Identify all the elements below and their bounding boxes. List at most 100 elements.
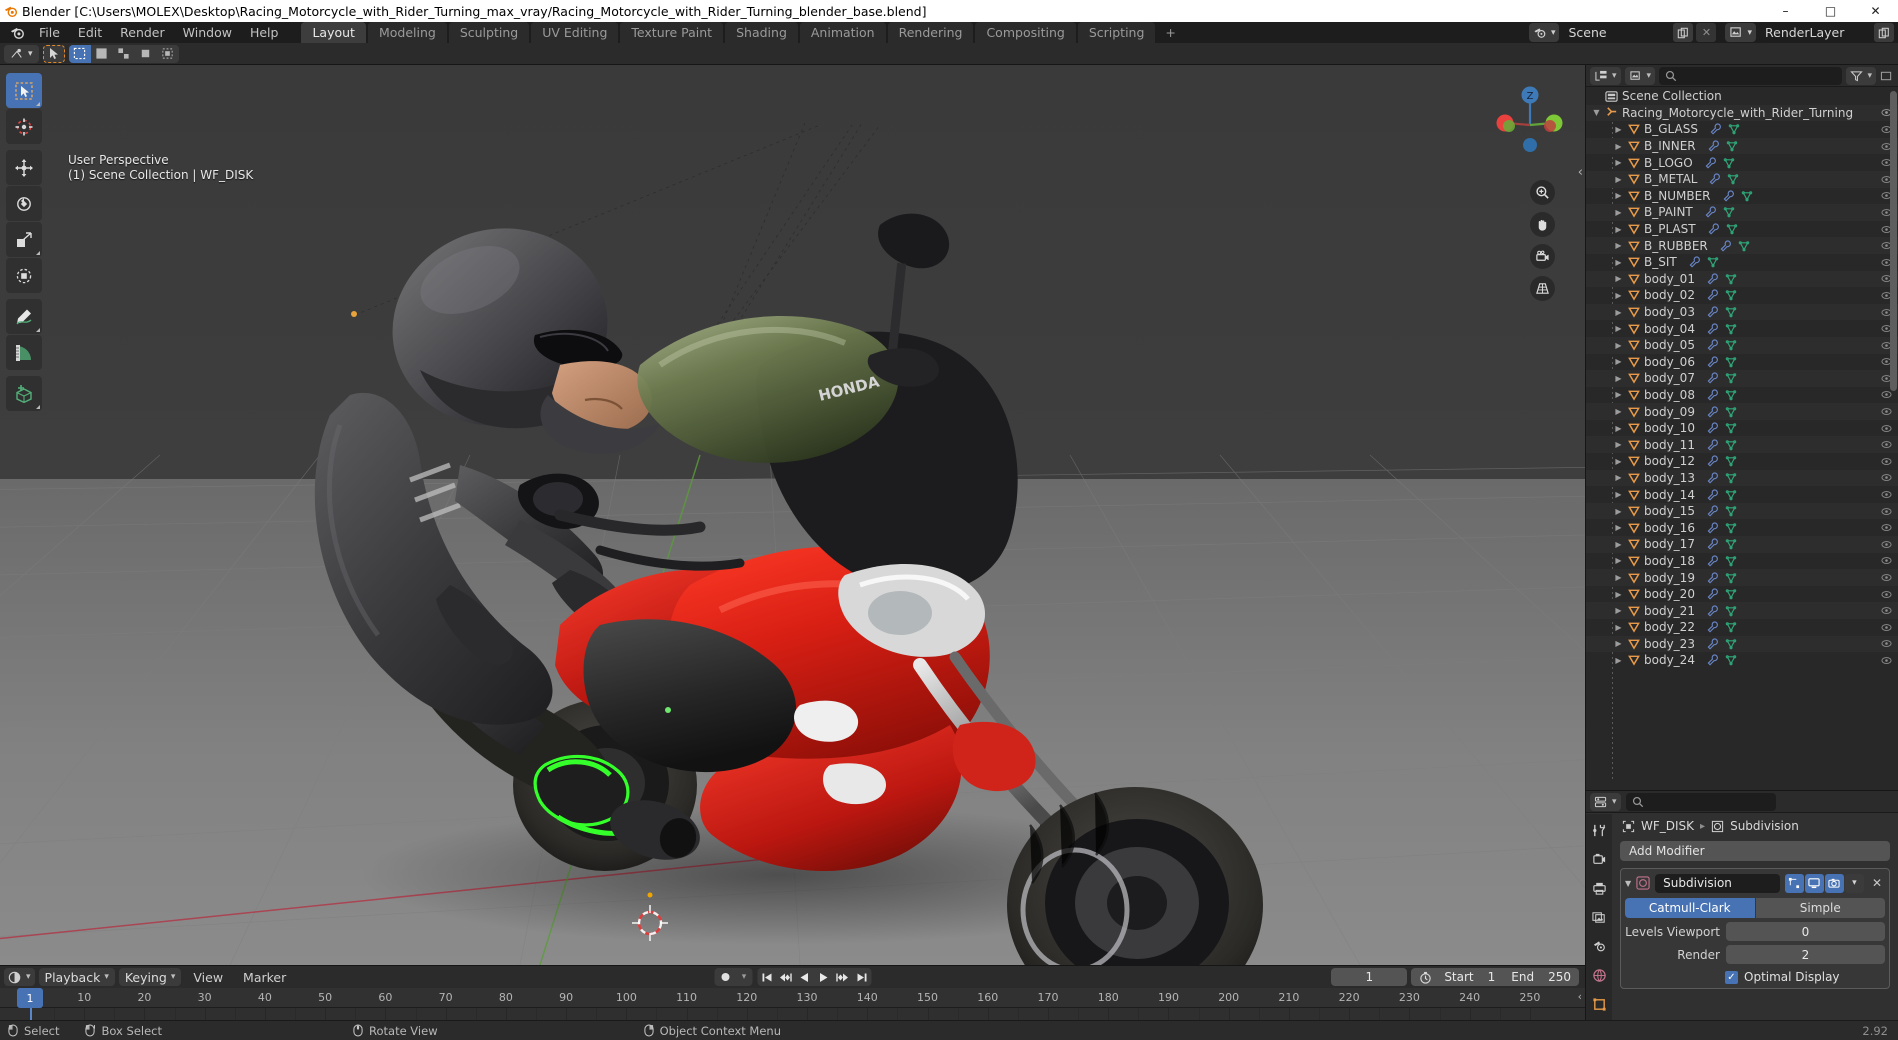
mesh-data-icon[interactable] <box>1725 572 1737 584</box>
outliner-row-visibility[interactable] <box>1881 389 1892 400</box>
tab-texture-paint[interactable]: Texture Paint <box>620 22 724 43</box>
modifier-wrench-icon[interactable] <box>1707 522 1719 534</box>
outliner-row-object[interactable]: ▶ body_07 <box>1586 370 1898 387</box>
outliner-display-mode[interactable]: ▾ <box>1624 66 1656 85</box>
mesh-data-icon[interactable] <box>1728 123 1740 135</box>
properties-search-input[interactable] <box>1625 792 1776 811</box>
mesh-data-icon[interactable] <box>1741 190 1753 202</box>
mesh-data-icon[interactable] <box>1725 339 1737 351</box>
modifier-wrench-icon[interactable] <box>1707 621 1719 633</box>
outliner-row-object[interactable]: ▶ body_23 <box>1586 635 1898 653</box>
mesh-data-icon[interactable] <box>1725 472 1737 484</box>
maximize-button[interactable]: □ <box>1808 0 1853 22</box>
disclosure-triangle[interactable]: ▶ <box>1612 573 1625 582</box>
outliner-row-visibility[interactable] <box>1881 638 1892 649</box>
outliner-row-object[interactable]: ▶ B_RUBBER <box>1586 237 1898 254</box>
jump-to-start-button[interactable] <box>757 968 776 986</box>
mesh-data-icon[interactable] <box>1723 157 1735 169</box>
current-frame-field[interactable]: 1 <box>1331 968 1408 986</box>
modifier-wrench-icon[interactable] <box>1707 505 1719 517</box>
tab-rendering[interactable]: Rendering <box>887 22 974 43</box>
mesh-data-icon[interactable] <box>1725 555 1737 567</box>
modifier-wrench-icon[interactable] <box>1707 289 1719 301</box>
outliner-row-collection[interactable]: ▼ Racing_Motorcycle_with_Rider_Turning <box>1586 104 1898 122</box>
modifier-wrench-icon[interactable] <box>1707 605 1719 617</box>
scene-datablock[interactable]: ▾ <box>1528 23 1560 42</box>
disclosure-triangle[interactable]: ▶ <box>1612 390 1625 399</box>
outliner-row-visibility[interactable] <box>1881 622 1892 633</box>
outliner-row-visibility[interactable] <box>1881 456 1892 467</box>
tool-scale[interactable] <box>6 222 42 257</box>
tab-sculpting[interactable]: Sculpting <box>448 22 530 43</box>
modifier-wrench-icon[interactable] <box>1707 571 1719 584</box>
modifier-wrench-icon[interactable] <box>1723 190 1735 202</box>
outliner-row-object[interactable]: ▶ body_18 <box>1586 553 1898 570</box>
modifier-wrench-icon[interactable] <box>1710 123 1722 135</box>
disclosure-triangle[interactable]: ▶ <box>1612 490 1625 499</box>
breadcrumb-object-name[interactable]: WF_DISK <box>1641 819 1694 833</box>
disclosure-triangle[interactable]: ▶ <box>1612 175 1625 184</box>
tab-tool[interactable] <box>1588 820 1610 840</box>
mesh-data-icon[interactable] <box>1726 223 1738 235</box>
zoom-button[interactable] <box>1530 180 1555 205</box>
tab-layout[interactable]: Layout <box>301 22 366 43</box>
mesh-data-icon[interactable] <box>1725 389 1737 401</box>
disclosure-triangle[interactable]: ▶ <box>1612 158 1625 167</box>
play-reverse-button[interactable] <box>795 968 814 986</box>
outliner-row-object[interactable]: ▶ B_GLASS <box>1586 121 1898 138</box>
outliner-row-object[interactable]: ▶ body_06 <box>1586 354 1898 371</box>
modifier-wrench-icon[interactable] <box>1720 240 1732 252</box>
tab-animation[interactable]: Animation <box>799 22 886 43</box>
disclosure-triangle[interactable]: ▶ <box>1612 556 1625 565</box>
subdivision-type-simple[interactable]: Simple <box>1755 898 1885 918</box>
tool-rotate[interactable] <box>6 186 42 221</box>
disclosure-triangle[interactable]: ▶ <box>1612 540 1625 549</box>
outliner-row-visibility[interactable] <box>1881 472 1892 483</box>
outliner-row-object[interactable]: ▶ body_19 <box>1586 569 1898 586</box>
timeline-editor-type[interactable]: ▾ <box>4 968 35 986</box>
viewport-scene[interactable]: HONDA User Perspective (1) Scene Collect… <box>0 65 1585 965</box>
disclosure-triangle[interactable]: ▶ <box>1612 623 1625 632</box>
timeline-playhead[interactable]: 1 <box>17 988 43 1008</box>
outliner-editor[interactable]: ▾ ▾ ▾ Scene Collection ▼ Racing_Motorcyc… <box>1585 65 1898 790</box>
disclosure-triangle[interactable]: ▶ <box>1612 639 1625 648</box>
outliner-row-object[interactable]: ▶ B_PAINT <box>1586 204 1898 221</box>
tab-object[interactable] <box>1588 994 1610 1014</box>
view-layer-name-field[interactable]: RenderLayer <box>1759 23 1871 42</box>
frame-range-field[interactable]: Start 1 End 250 <box>1411 968 1579 986</box>
outliner-row-object[interactable]: ▶ body_13 <box>1586 469 1898 487</box>
timeline-ruler[interactable]: 10 20 30 40 50 60 70 80 90 100 110 120 130 140 150 160 1… <box>0 988 1585 1008</box>
mesh-data-icon[interactable] <box>1723 206 1735 218</box>
render-levels-value[interactable]: 2 <box>1726 945 1885 964</box>
modifier-wrench-icon[interactable] <box>1707 405 1719 418</box>
mesh-data-icon[interactable] <box>1725 372 1737 384</box>
timeline-collapse-arrow[interactable]: ‹ <box>1578 990 1582 1003</box>
toggle-perspective-button[interactable] <box>1530 276 1555 301</box>
outliner-row-visibility[interactable] <box>1881 439 1892 450</box>
modifier-wrench-icon[interactable] <box>1707 455 1719 467</box>
modifier-wrench-icon[interactable] <box>1707 472 1719 484</box>
outliner-row-object[interactable]: ▶ body_21 <box>1586 602 1898 619</box>
sidebar-collapse-arrow[interactable]: ‹ <box>1578 165 1583 180</box>
outliner-row-object[interactable]: ▶ B_INNER <box>1586 137 1898 155</box>
pan-button[interactable] <box>1530 212 1555 237</box>
menu-window[interactable]: Window <box>174 23 241 42</box>
outliner-filter-button[interactable]: ▾ <box>1846 66 1876 85</box>
outliner-row-object[interactable]: ▶ body_08 <box>1586 387 1898 404</box>
keying-menu[interactable]: Keying ▾ <box>118 968 182 986</box>
outliner-row-visibility[interactable] <box>1881 423 1892 434</box>
jump-to-prev-keyframe-button[interactable] <box>776 968 795 986</box>
mesh-data-icon[interactable] <box>1725 605 1737 617</box>
end-frame-value[interactable]: 250 <box>1548 970 1571 984</box>
outliner-row-visibility[interactable] <box>1881 605 1892 616</box>
modifier-delete-button[interactable]: ✕ <box>1869 876 1885 890</box>
outliner-new-collection-button[interactable] <box>1880 70 1894 82</box>
levels-viewport-value[interactable]: 0 <box>1726 922 1885 941</box>
outliner-row-object[interactable]: ▶ B_PLAST <box>1586 221 1898 238</box>
outliner-row-visibility[interactable] <box>1881 572 1892 583</box>
modifier-wrench-icon[interactable] <box>1707 273 1719 285</box>
modifier-wrench-icon[interactable] <box>1707 389 1719 401</box>
navigation-gizmo[interactable]: Z <box>1493 83 1567 157</box>
disclosure-triangle[interactable]: ▶ <box>1612 225 1625 234</box>
mesh-data-icon[interactable] <box>1725 621 1737 633</box>
